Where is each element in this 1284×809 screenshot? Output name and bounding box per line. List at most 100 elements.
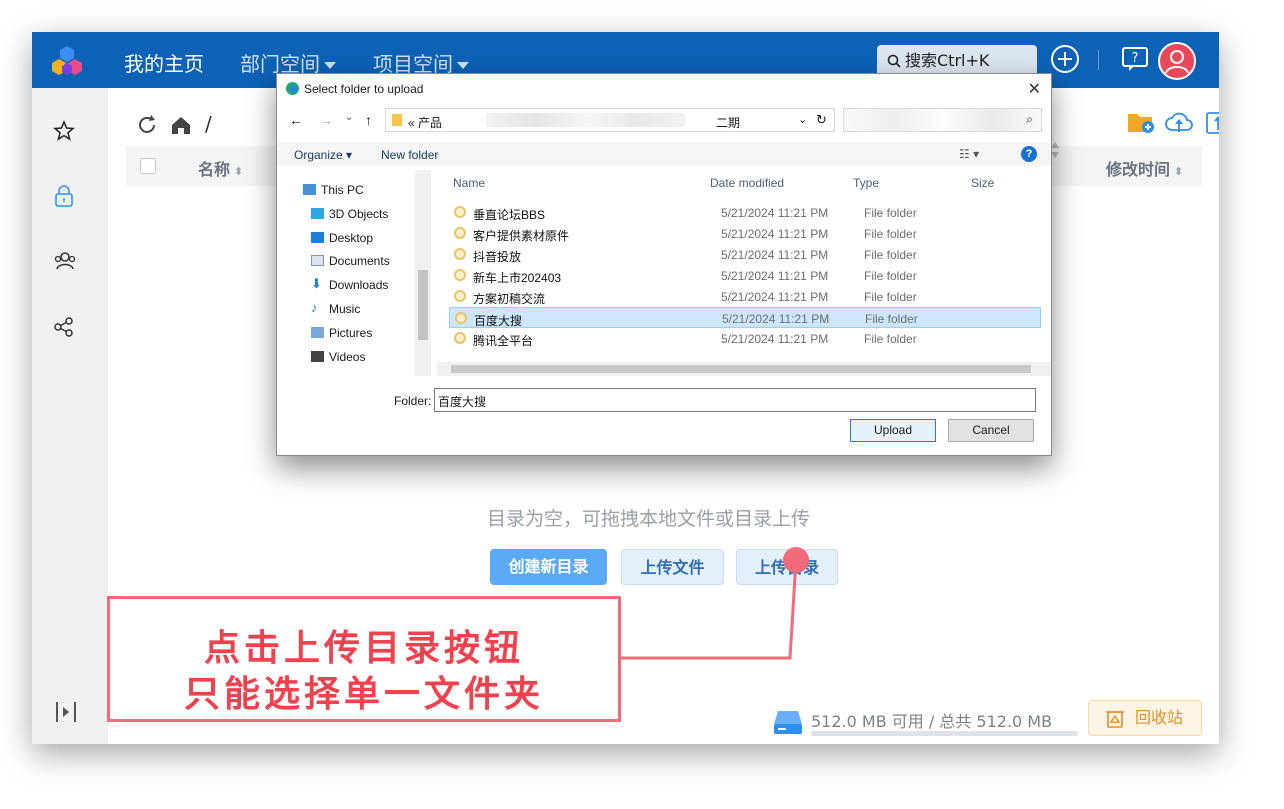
left-sidebar [32,88,108,744]
horizontal-scrollbar[interactable] [437,362,1051,376]
home-icon[interactable] [170,114,192,136]
svg-text:?: ? [1132,51,1139,66]
new-folder-icon[interactable] [1126,108,1156,136]
sort-icon: ⬍ [1174,165,1184,178]
row-name: 腾讯全平台 [473,334,534,348]
col-name-header[interactable]: Name [453,176,485,190]
storage-drive-icon [774,711,802,734]
nav-this-pc[interactable]: This PC [303,183,364,197]
file-row[interactable]: 腾讯全平台 5/21/2024 11:21 PM File folder [449,328,1041,349]
col-name-label: 名称 [198,160,231,179]
help-icon[interactable]: ? [1021,146,1037,162]
logo-cubes-icon[interactable] [50,44,84,78]
browser-edge-icon [286,82,299,95]
nav-desktop[interactable]: Desktop [311,231,373,245]
row-type: File folder [864,227,917,241]
horizontal-scroll-thumb[interactable] [451,365,1031,373]
refresh-icon[interactable] [136,114,158,136]
row-type: File folder [864,332,917,346]
col-type-header[interactable]: Type [853,176,879,190]
group-icon[interactable] [53,250,77,272]
row-type: File folder [864,269,917,283]
col-modified-label: 修改时间 [1106,160,1171,179]
organize-menu[interactable]: Organize ▾ [294,148,352,162]
row-name: 客户提供素材原件 [473,229,570,243]
document-icon [311,255,324,266]
star-icon[interactable] [53,120,75,142]
row-date: 5/21/2024 11:21 PM [721,290,829,304]
file-row[interactable]: 垂直论坛BBS 5/21/2024 11:21 PM File folder [449,202,1041,223]
picture-icon [311,327,324,338]
address-redacted [486,113,686,127]
help-icon[interactable]: ? [1120,44,1150,74]
col-modified[interactable]: 修改时间 ⬍ [1106,156,1183,180]
col-name[interactable]: 名称 ⬍ [198,156,243,180]
nav-label: Documents [329,254,390,268]
nav-3d-objects[interactable]: 3D Objects [311,207,388,221]
close-icon[interactable]: ✕ [1028,79,1041,99]
nav-label: Music [329,302,361,316]
cancel-button[interactable]: Cancel [948,419,1034,442]
nav-documents[interactable]: Documents [311,254,390,268]
address-bar[interactable]: « 产品 二期 ⌄ ↻ [385,108,835,132]
dialog-title: Select folder to upload [304,82,424,96]
nav-home[interactable]: 我的主页 [124,48,204,77]
nav-music[interactable]: ♪ Music [311,300,361,316]
upload-box-icon[interactable] [1204,108,1219,136]
new-folder-button[interactable]: New folder [381,148,438,162]
chevron-down-icon [457,62,469,69]
nav-videos[interactable]: Videos [311,350,366,364]
cloud-upload-icon[interactable] [1164,108,1194,136]
nav-label: Downloads [329,278,389,292]
recent-dropdown-icon[interactable]: ⌄ [345,112,353,123]
search-icon: ⌕ [1026,112,1033,126]
col-date-header[interactable]: Date modified [710,176,784,190]
row-name: 抖音投放 [473,250,522,264]
dialog-search-input[interactable]: ⌕ [843,108,1042,132]
upload-button[interactable]: Upload [850,419,936,442]
path-root[interactable]: / [205,112,212,136]
view-options-icon[interactable]: ☷ ▾ [959,147,979,161]
folder-icon [454,269,466,281]
row-name: 垂直论坛BBS [473,208,546,222]
dialog-command-bar: Organize ▾ New folder ☷ ▾ ? [277,142,1051,166]
header-divider [1098,50,1099,70]
organize-label: Organize [294,148,343,162]
lock-icon[interactable] [53,184,75,208]
file-row[interactable]: 新车上市202403 5/21/2024 11:21 PM File folder [449,265,1041,286]
cube-icon [311,208,324,219]
chevron-down-icon[interactable]: ⌄ [798,113,807,126]
plus-circle-icon[interactable] [1050,44,1080,74]
share-icon[interactable] [53,316,75,338]
refresh-icon[interactable]: ↻ [816,112,827,128]
select-all-checkbox[interactable] [140,158,156,174]
collapse-sidebar-icon[interactable] [53,700,79,724]
row-name: 新车上市202403 [473,271,562,285]
row-date: 5/21/2024 11:21 PM [722,312,830,326]
folder-icon [454,332,466,344]
address-tail: 二期 [716,116,741,130]
upload-directory-button[interactable]: 上传目录 [736,549,838,585]
nav-downloads[interactable]: ⬇ Downloads [311,276,389,292]
create-folder-button[interactable]: 创建新目录 [490,549,607,585]
nav-scrollbar[interactable] [415,170,430,376]
file-row[interactable]: 客户提供素材原件 5/21/2024 11:21 PM File folder [449,223,1041,244]
nav-pictures[interactable]: Pictures [311,326,372,340]
file-row-selected[interactable]: 百度大搜 5/21/2024 11:21 PM File folder [449,307,1041,328]
empty-directory-hint: 目录为空，可拖拽本地文件或目录上传 [487,508,811,530]
forward-arrow-icon[interactable]: → [319,112,333,128]
back-arrow-icon[interactable]: ← [289,112,303,128]
file-row[interactable]: 抖音投放 5/21/2024 11:21 PM File folder [449,244,1041,265]
recycle-bin-button[interactable]: 回收站 [1088,700,1202,736]
row-date: 5/21/2024 11:21 PM [721,332,829,346]
nav-scroll-thumb[interactable] [418,270,428,340]
col-size-header[interactable]: Size [971,176,994,190]
user-avatar-icon[interactable] [1158,42,1196,80]
up-arrow-icon[interactable]: ↑ [365,112,372,128]
file-row[interactable]: 方案初稿交流 5/21/2024 11:21 PM File folder [449,286,1041,307]
annotation-line-1: 点击上传目录按钮 [203,628,524,669]
nav-label: Videos [329,350,366,364]
annotation-callout: 点击上传目录按钮 只能选择单一文件夹 [107,596,621,722]
folder-name-input[interactable]: 百度大搜 [434,388,1036,412]
upload-file-button[interactable]: 上传文件 [621,549,724,585]
